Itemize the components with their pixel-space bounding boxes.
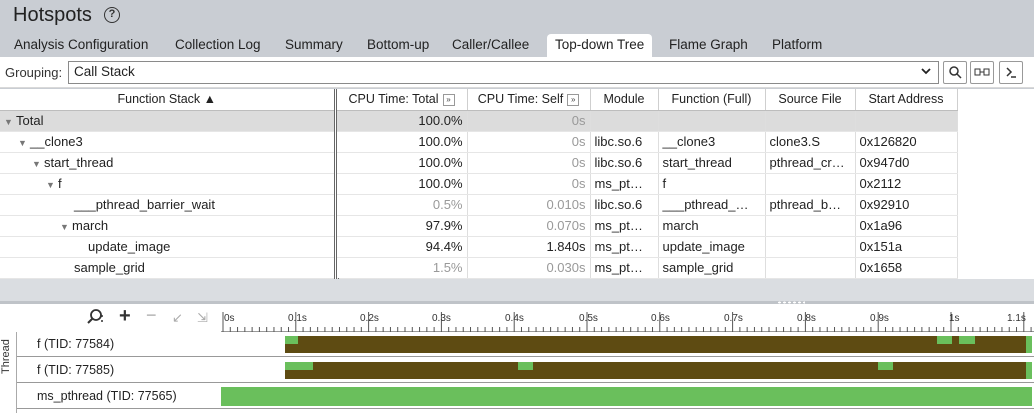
collapse-triangle-icon[interactable]: ▼ (32, 159, 44, 169)
tick-label: 1s (949, 313, 960, 324)
thread-track[interactable] (221, 358, 1034, 383)
tick-label: 0.1s (288, 313, 307, 324)
thread-row-label[interactable]: f (TID: 77585) (17, 358, 221, 383)
cpu-spike (285, 362, 313, 370)
help-icon[interactable]: ? (104, 7, 120, 23)
column-function-full[interactable]: Function (Full) (658, 89, 766, 111)
tick-label: 0.9s (870, 313, 889, 324)
grouping-bar: Grouping: Call Stack (0, 57, 1034, 88)
tab-flame-graph[interactable]: Flame Graph (661, 34, 756, 57)
tab-collection-log[interactable]: Collection Log (167, 34, 269, 57)
thread-track[interactable] (221, 384, 1034, 409)
collapse-triangle-icon[interactable]: ▼ (4, 117, 16, 127)
table-row[interactable]: ▼ Total 100.0% 0s (0, 110, 958, 132)
table-row[interactable]: ▼ __clone3 100.0% 0s libc.so.6 __clone3 c… (0, 131, 958, 153)
tab-top-down-tree[interactable]: Top-down Tree (547, 34, 653, 57)
page-title: Hotspots (13, 4, 92, 26)
tab-caller-callee[interactable]: Caller/Callee (444, 34, 537, 57)
tick-label: 0.8s (797, 313, 816, 324)
tab-analysis-configuration[interactable]: Analysis Configuration (6, 34, 156, 57)
column-module[interactable]: Module (590, 89, 659, 111)
tab-platform[interactable]: Platform (764, 34, 830, 57)
table-row[interactable]: ▼ start_thread 100.0% 0s libc.so.6 start_… (0, 152, 958, 174)
tick-label: 0.5s (579, 313, 598, 324)
thread-track[interactable] (221, 332, 1034, 357)
cpu-spike (1026, 362, 1032, 379)
collapse-triangle-icon[interactable]: ▼ (18, 138, 30, 148)
running-bar (285, 336, 1030, 353)
thread-axis-label: Thread (0, 339, 12, 375)
zoom-search-icon[interactable] (86, 308, 104, 331)
expand-column-icon[interactable]: » (442, 93, 455, 106)
table-row[interactable]: ___pthread_barrier_wait 0.5% 0.010s libc… (0, 194, 958, 216)
grouping-value: Call Stack (74, 64, 135, 79)
tick-label: 0.4s (505, 313, 524, 324)
terminal-icon[interactable] (999, 61, 1023, 84)
tick-label: 0.2s (360, 313, 379, 324)
connect-icon[interactable] (970, 61, 994, 84)
tick-label: 1.1s (1007, 313, 1026, 324)
column-cpu-time-self[interactable]: CPU Time: Self» (467, 89, 591, 111)
chevron-down-icon (920, 65, 932, 80)
tab-bar: Analysis Configuration Collection Log Su… (0, 34, 1034, 57)
tick-label: 0.7s (724, 313, 743, 324)
table-row[interactable]: ▼ f 100.0% 0s ms_pt… f 0x2112 (0, 173, 958, 195)
tick-label: 0s (224, 313, 235, 324)
column-cpu-time-total[interactable]: CPU Time: Total» (335, 89, 468, 111)
column-function-stack[interactable]: Function Stack ▲ (0, 89, 337, 111)
reset-zoom-icon[interactable]: ⇲ (197, 310, 208, 326)
search-icon[interactable] (943, 61, 967, 84)
top-down-grid: Function Stack ▲ CPU Time: Total» CPU Ti… (0, 89, 1034, 301)
collapse-triangle-icon[interactable]: ▼ (46, 180, 58, 190)
grouping-label: Grouping: (5, 65, 63, 80)
cpu-spike (518, 362, 533, 370)
ruler-ticks (222, 312, 1032, 332)
column-start-address[interactable]: Start Address (855, 89, 958, 111)
table-header: Function Stack ▲ CPU Time: Total» CPU Ti… (0, 89, 958, 111)
timeline-toolbar: + − ↙ ⇲ (0, 304, 221, 332)
cpu-spike (878, 362, 893, 370)
table-row[interactable]: ▼ march 97.9% 0.070s ms_pt… march 0x1a96 (0, 215, 958, 237)
table-row[interactable]: sample_grid 1.5% 0.030s ms_pt… sample_gr… (0, 257, 958, 279)
grid-scroll-area (0, 279, 1034, 301)
header: Hotspots ? (0, 0, 1034, 34)
expand-column-icon[interactable]: » (567, 93, 580, 106)
zoom-out-icon[interactable]: − (146, 305, 157, 326)
tab-summary[interactable]: Summary (277, 34, 351, 57)
cpu-bar (221, 387, 1032, 406)
running-bar (285, 362, 1030, 379)
cpu-spike (937, 336, 952, 344)
table-row[interactable]: update_image 94.4% 1.840s ms_pt… update_… (0, 236, 958, 258)
tab-bottom-up[interactable]: Bottom-up (359, 34, 437, 57)
call-tree-table: Function Stack ▲ CPU Time: Total» CPU Ti… (0, 89, 958, 279)
tick-label: 0.3s (432, 313, 451, 324)
cpu-spike (285, 336, 298, 344)
undo-zoom-icon[interactable]: ↙ (172, 310, 183, 326)
cpu-spike (1026, 336, 1032, 353)
tick-label: 0.6s (651, 313, 670, 324)
grouping-select[interactable]: Call Stack (68, 61, 939, 84)
thread-row-label[interactable]: f (TID: 77584) (17, 332, 221, 357)
collapse-triangle-icon[interactable]: ▼ (60, 222, 72, 232)
zoom-in-icon[interactable]: + (119, 305, 131, 328)
time-ruler[interactable]: 0s 0.1s 0.2s 0.3s 0.4s 0.5s 0.6s 0.7s 0.… (221, 304, 1034, 332)
cpu-spike (959, 336, 975, 344)
thread-row-label[interactable]: ms_pthread (TID: 77565) (17, 384, 221, 409)
timeline-pane: + − ↙ ⇲ 0s 0.1s 0.2s 0.3s 0.4s 0.5s 0.6s… (0, 304, 1034, 413)
column-source-file[interactable]: Source File (765, 89, 856, 111)
